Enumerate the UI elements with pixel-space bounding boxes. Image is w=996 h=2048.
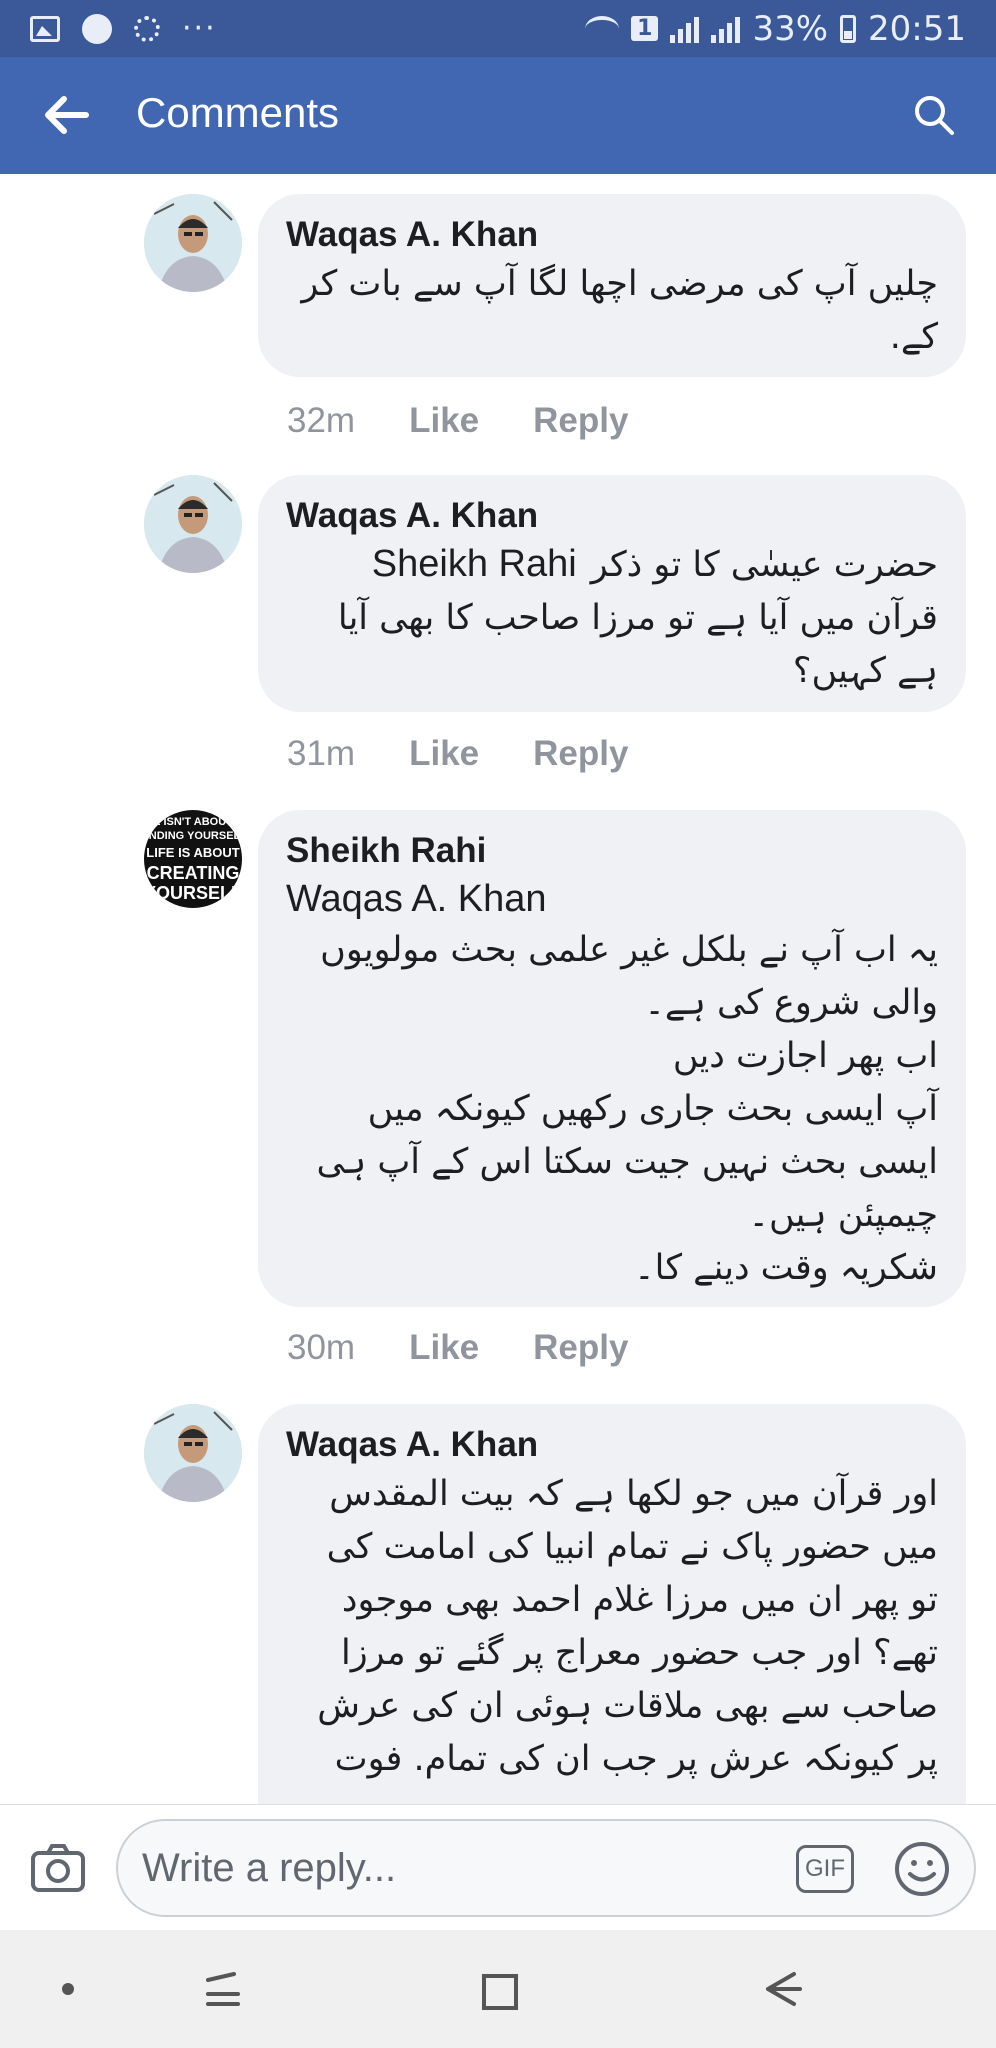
like-button[interactable]: Like [409, 734, 479, 774]
avatar-text: LIFE IS ABOUT [146, 845, 240, 860]
arrow-left-icon [45, 96, 89, 134]
comments-list[interactable]: Waqas A. Khan چلیں آپ کی مرضی اچھا لگا آ… [0, 174, 996, 1804]
avatar[interactable]: E ISN'T ABOUT FINDING YOURSELF LIFE IS A… [144, 810, 242, 908]
reply-button[interactable]: Reply [533, 401, 628, 441]
comment-text: قرآن میں آیا ہے تو مرزا صاحب کا بھی آیا … [337, 598, 938, 691]
avatar[interactable] [144, 475, 242, 573]
like-button[interactable]: Like [409, 1328, 479, 1368]
more-notifications-icon: ··· [182, 10, 217, 46]
avatar[interactable] [144, 1404, 242, 1502]
comment-bubble[interactable]: Waqas A. Khan چلیں آپ کی مرضی اچھا لگا آ… [258, 194, 966, 377]
dot-icon [62, 1983, 74, 1995]
comment-author[interactable]: Waqas A. Khan [286, 212, 938, 258]
search-icon [915, 96, 954, 135]
page-title: Comments [136, 89, 340, 136]
battery-icon [840, 14, 857, 43]
battery-percent: 33% [752, 8, 829, 49]
gif-button[interactable]: GIF [796, 1845, 854, 1893]
avatar-photo [144, 1404, 242, 1502]
comment-text: اور قرآن میں جو لکھا ہے کہ بیت المقدس می… [317, 1474, 938, 1779]
comment-time: 32m [287, 401, 356, 440]
signal-icon [670, 15, 700, 43]
sim-badge: 1 [631, 16, 659, 41]
search-button[interactable] [912, 93, 956, 137]
comment-time: 31m [287, 734, 356, 773]
comment-bubble[interactable]: Waqas A. Khan حضرت عیسٰی کا تو ذکر Sheik… [258, 475, 966, 712]
mention-link[interactable]: Sheikh Rahi [372, 539, 577, 589]
mention-row: حضرت عیسٰی کا تو ذکر Sheikh Rahi [286, 539, 938, 592]
comment-text: یہ اب آپ نے بلکل غیر علمی بحث مولویوں وا… [316, 930, 938, 1288]
emoji-button[interactable] [894, 1841, 950, 1897]
comment-author[interactable]: Waqas A. Khan [286, 493, 938, 539]
camera-icon [31, 1844, 85, 1892]
reply-button[interactable]: Reply [533, 734, 628, 774]
back-icon [766, 1972, 802, 2006]
avatar[interactable] [144, 194, 242, 292]
nav-dot-button[interactable] [38, 1964, 98, 2014]
comment-bubble[interactable]: Waqas A. Khan اور قرآن میں جو لکھا ہے کہ… [258, 1404, 966, 1804]
comment-time: 30m [287, 1328, 356, 1367]
home-icon [482, 1974, 518, 2010]
avatar-text: E ISN'T ABOUT [153, 816, 233, 828]
status-bar: ··· 1 33% 20:51 [0, 0, 996, 57]
comment-actions: 31m Like Reply [287, 734, 628, 774]
avatar-text: FINDING YOURSELF [144, 830, 242, 842]
app-header: Comments [0, 57, 996, 174]
comment-actions: 30m Like Reply [287, 1328, 628, 1368]
avatar-text: YOURSELF [144, 883, 242, 903]
avatar-text: CREATING [146, 863, 240, 883]
emoji-icon [895, 1842, 949, 1896]
messenger-icon [82, 13, 112, 44]
comment-author[interactable]: Sheikh Rahi [286, 828, 938, 874]
clock: 20:51 [868, 8, 966, 49]
gallery-icon [30, 15, 60, 42]
back-button[interactable] [44, 95, 90, 135]
mention-link[interactable]: Waqas A. Khan [286, 874, 938, 924]
signal-2-icon [711, 15, 741, 43]
home-button[interactable] [470, 1964, 530, 2014]
like-button[interactable]: Like [409, 401, 479, 441]
avatar-photo [144, 194, 242, 292]
back-nav-button[interactable] [752, 1964, 812, 2014]
avatar-photo [144, 475, 242, 573]
camera-button[interactable] [30, 1843, 86, 1893]
comment-text-start: حضرت عیسٰی کا تو ذکر [590, 545, 938, 585]
wifi-icon [585, 15, 620, 42]
comment-bubble[interactable]: Sheikh Rahi Waqas A. Khan یہ اب آپ نے بل… [258, 810, 966, 1307]
reply-bar: GIF [0, 1804, 996, 1930]
recent-apps-icon [206, 1972, 240, 2006]
recent-apps-button[interactable] [194, 1964, 254, 2014]
notification-icons: ··· [30, 10, 217, 46]
comment-text: چلیں آپ کی مرضی اچھا لگا آپ سے بات کر کے… [301, 264, 938, 357]
comment-author[interactable]: Waqas A. Khan [286, 1422, 938, 1468]
system-nav-bar [0, 1930, 996, 2048]
comment-actions: 32m Like Reply [287, 401, 628, 441]
settings-icon [134, 15, 160, 42]
system-status: 1 33% 20:51 [585, 9, 966, 49]
reply-button[interactable]: Reply [533, 1328, 628, 1368]
